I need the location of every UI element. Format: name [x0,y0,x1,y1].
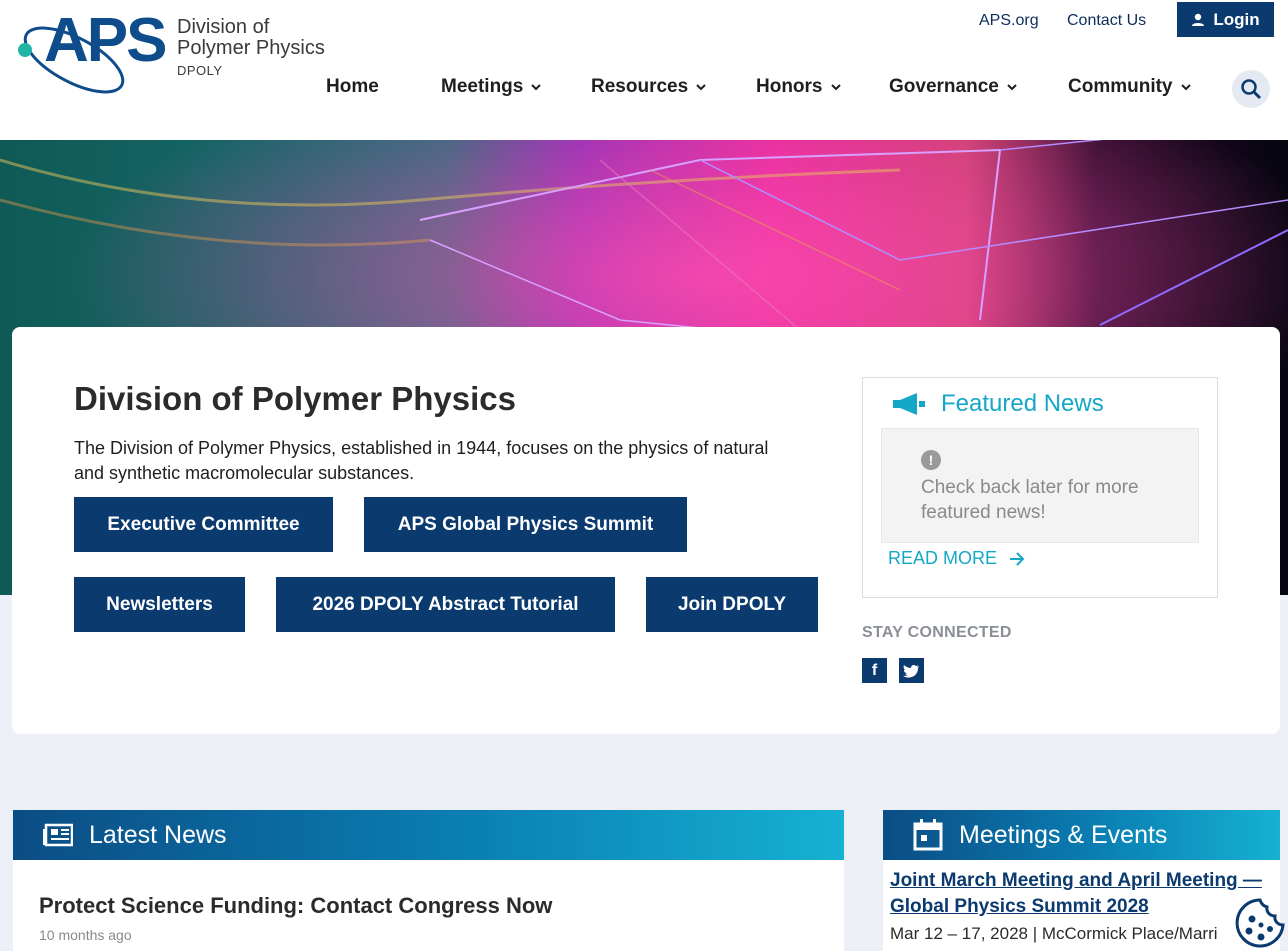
logo-line1: Division of [177,16,270,38]
chevron-down-icon [830,84,841,91]
chevron-down-icon [696,84,706,91]
abstract-tutorial-button[interactable]: 2026 DPOLY Abstract Tutorial [276,577,615,632]
latest-news-header: Latest News [13,810,844,860]
megaphone-icon [893,393,925,415]
read-more-link[interactable]: READ MORE [888,548,1025,569]
latest-news-title: Latest News [89,820,227,849]
nav-honors[interactable]: Honors [756,76,841,98]
logo-sub: DPOLY [177,63,223,78]
aps-org-link[interactable]: APS.org [979,12,1039,30]
chevron-down-icon [531,84,542,91]
event-meta: Mar 12 – 17, 2028 | McCormick Place/Marr… [890,924,1218,943]
featured-news-title: Featured News [941,390,1104,417]
search-icon [1241,79,1262,100]
alert-icon: ! [921,450,941,470]
aps-dpoly-logo[interactable]: APS Division of Polymer Physics DPOLY [16,10,326,100]
chevron-down-icon [1180,84,1191,91]
user-icon [1192,13,1205,26]
nav-home[interactable]: Home [326,76,379,98]
nav-community[interactable]: Community [1068,76,1191,98]
facebook-icon[interactable]: f [862,658,887,683]
login-button[interactable]: Login [1177,2,1274,37]
nav-meetings-label: Meetings [441,76,524,97]
read-more-label: READ MORE [888,548,998,568]
news-item-title[interactable]: Protect Science Funding: Contact Congres… [39,893,552,919]
contact-us-link[interactable]: Contact Us [1067,12,1146,30]
nav-honors-label: Honors [756,76,823,97]
news-item-time: 10 months ago [39,927,132,943]
meetings-events-title: Meetings & Events [959,820,1168,849]
logo-line2: Polymer Physics [177,37,325,59]
intro-card: Division of Polymer Physics The Division… [12,327,1280,734]
site-header: APS Division of Polymer Physics DPOLY AP… [0,0,1288,140]
executive-committee-button[interactable]: Executive Committee [74,497,333,552]
division-description: The Division of Polymer Physics, establi… [74,438,769,483]
nav-resources-label: Resources [591,76,689,97]
featured-news-header: Featured News [891,390,1104,418]
twitter-icon[interactable] [899,658,924,683]
nav-resources[interactable]: Resources [591,76,706,98]
empty-news-message: Check back later for more featured news! [921,477,1139,523]
nav-governance-label: Governance [889,76,999,97]
latest-news-panel: Latest News Protect Science Funding: Con… [13,810,844,951]
nav-meetings[interactable]: Meetings [441,76,542,98]
nav-community-label: Community [1068,76,1173,97]
calendar-icon [913,819,943,851]
global-physics-summit-button[interactable]: APS Global Physics Summit [364,497,687,552]
cookie-settings-icon[interactable] [1234,897,1286,949]
logo-mark: APS [44,6,167,75]
nav-governance[interactable]: Governance [889,76,1017,98]
page-title: Division of Polymer Physics [74,380,516,417]
newspaper-icon [43,823,73,847]
search-button[interactable] [1232,70,1270,108]
event-link[interactable]: Joint March Meeting and April Meeting — … [890,868,1270,920]
featured-news-box: Featured News ! Check back later for mor… [862,377,1218,598]
nav-home-label: Home [326,76,379,97]
newsletters-button[interactable]: Newsletters [74,577,245,632]
meetings-events-header: Meetings & Events [883,810,1280,860]
stay-connected-label: STAY CONNECTED [862,624,1012,641]
featured-news-empty: ! Check back later for more featured new… [881,428,1199,543]
login-label: Login [1213,9,1260,29]
arrow-right-icon [1010,551,1025,566]
meetings-events-panel: Meetings & Events Joint March Meeting an… [883,810,1280,951]
chevron-down-icon [1007,84,1017,91]
join-dpoly-button[interactable]: Join DPOLY [646,577,818,632]
